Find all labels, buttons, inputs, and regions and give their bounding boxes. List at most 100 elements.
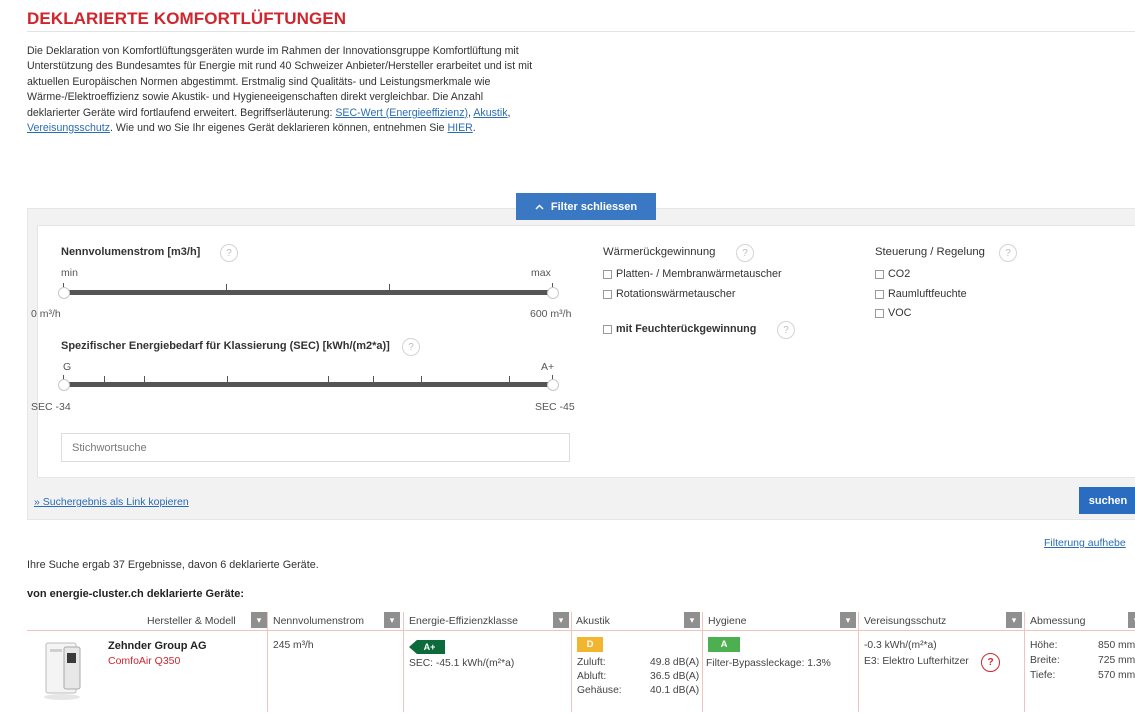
sort-dropdown-icon[interactable]: ▾: [251, 612, 267, 628]
checkbox-label: mit Feuchterückgewinnung: [616, 323, 757, 335]
heat-recovery-option-plate[interactable]: Platten- / Membranwärmetauscher: [603, 268, 782, 280]
column-header-dimensions[interactable]: Abmessung: [1030, 610, 1085, 631]
page-title: DEKLARIERTE KOMFORTLÜFTUNGEN: [27, 9, 347, 28]
checkbox-label: Raumluftfeuchte: [888, 288, 967, 300]
help-icon[interactable]: ?: [777, 321, 795, 339]
sec-max-handle[interactable]: [547, 379, 559, 391]
volume-max-handle[interactable]: [547, 287, 559, 299]
vereisungsschutz-link[interactable]: Vereisungsschutz: [27, 122, 110, 134]
column-header-acoustics[interactable]: Akustik: [576, 610, 610, 631]
sort-dropdown-icon[interactable]: ▾: [1128, 612, 1135, 628]
help-icon[interactable]: ?: [402, 338, 420, 356]
volume-max-caption: max: [531, 267, 551, 279]
column-label: Energie-Effizienzklasse: [409, 614, 518, 627]
dimension-value: 850 mm: [1098, 640, 1135, 651]
help-icon[interactable]: ?: [999, 244, 1017, 262]
checkbox[interactable]: [603, 289, 612, 299]
column-header-volume[interactable]: Nennvolumenstrom: [273, 610, 364, 631]
column-header-manufacturer[interactable]: Hersteller & Modell: [147, 610, 236, 631]
column-header-hygiene[interactable]: Hygiene: [708, 610, 747, 631]
checkbox[interactable]: [875, 289, 884, 299]
hygiene-class-badge: A: [708, 637, 740, 652]
filter-toggle-button[interactable]: Filter schliessen: [516, 193, 656, 220]
hygiene-text: Filter-Bypassleckage: 1.3%: [706, 658, 831, 669]
column-label: Akustik: [576, 614, 610, 627]
sec-tick: [509, 376, 510, 383]
akustik-link[interactable]: Akustik: [473, 107, 507, 119]
copy-result-link[interactable]: » Suchergebnis als Link kopieren: [34, 496, 189, 508]
sec-value: SEC: -45.1 kWh/(m²*a): [409, 658, 515, 669]
volume-max-value: 600 m³/h: [530, 308, 572, 320]
checkbox[interactable]: [875, 308, 884, 318]
dimension-label: Breite:: [1030, 655, 1060, 666]
hier-link[interactable]: HIER: [447, 122, 472, 134]
sort-dropdown-icon[interactable]: ▾: [1006, 612, 1022, 628]
control-option-voc[interactable]: VOC: [875, 307, 911, 319]
reset-filter-link[interactable]: Filterung aufhebe: [1044, 537, 1126, 549]
frost-protection-text: E3: Elektro Lufterhitzer: [864, 656, 969, 667]
volume-min-value: 0 m³/h: [31, 308, 61, 320]
sec-max-value: SEC -45: [535, 401, 575, 413]
control-label: Steuerung / Regelung: [875, 246, 985, 258]
filter-toggle-label: Filter schliessen: [550, 200, 638, 213]
help-icon[interactable]: ?: [220, 244, 238, 262]
sec-tick: [421, 376, 422, 383]
intro-text: Die Deklaration von Komfortlüftungsgerät…: [27, 44, 537, 136]
control-option-humidity[interactable]: Raumluftfeuchte: [875, 288, 967, 300]
frost-protection-value: -0.3 kWh/(m²*a): [864, 640, 937, 651]
dimension-value: 725 mm: [1098, 655, 1135, 666]
sort-dropdown-icon[interactable]: ▾: [384, 612, 400, 628]
checkbox[interactable]: [603, 269, 612, 279]
title-divider: [27, 31, 1135, 32]
acoustic-value: 36.5 dB(A): [650, 671, 700, 682]
sec-min-value: SEC -34: [31, 401, 71, 413]
acoustic-label: Abluft:: [577, 671, 607, 682]
help-icon[interactable]: ?: [736, 244, 754, 262]
checkbox[interactable]: [875, 269, 884, 279]
volume-filter-label: Nennvolumenstrom [m3/h]: [61, 246, 201, 258]
intro-body-end: . Wie und wo Sie Ihr eigenes Gerät dekla…: [110, 122, 448, 135]
dimension-label: Höhe:: [1030, 640, 1058, 651]
column-label: Hersteller & Modell: [147, 614, 236, 627]
declared-devices-title: von energie-cluster.ch deklarierte Gerät…: [27, 588, 245, 600]
checkbox-label: Platten- / Membranwärmetauscher: [616, 268, 782, 280]
search-button[interactable]: suchen: [1079, 487, 1135, 514]
sec-tick: [144, 376, 145, 383]
column-label: Abmessung: [1030, 614, 1086, 627]
dimension-label: Tiefe:: [1030, 670, 1056, 681]
checkbox-label: CO2: [888, 268, 911, 280]
dimension-value: 570 mm: [1098, 670, 1135, 681]
result-summary: Ihre Suche ergab 37 Ergebnisse, davon 6 …: [27, 559, 319, 571]
sec-right-caption: A+: [541, 361, 555, 373]
help-icon[interactable]: ?: [981, 653, 1000, 672]
column-header-frost-protection[interactable]: Vereisungsschutz: [864, 610, 946, 631]
product-model[interactable]: ComfoAir Q350: [108, 655, 180, 667]
sort-dropdown-icon[interactable]: ▾: [684, 612, 700, 628]
acoustic-label: Zuluft:: [577, 657, 606, 668]
sec-link[interactable]: SEC-Wert (Energieeffizienz): [335, 107, 468, 119]
heat-recovery-option-rotation[interactable]: Rotationswärmetauscher: [603, 288, 735, 300]
sec-slider-track[interactable]: [64, 382, 553, 387]
volume-min-handle[interactable]: [58, 287, 70, 299]
sec-tick: [373, 376, 374, 383]
chevron-up-icon: [535, 204, 544, 209]
column-label: Nennvolumenstrom: [273, 614, 365, 627]
moisture-recovery-option[interactable]: mit Feuchterückgewinnung: [603, 323, 756, 335]
sec-min-handle[interactable]: [58, 379, 70, 391]
sort-dropdown-icon[interactable]: ▾: [840, 612, 856, 628]
product-image[interactable]: [40, 641, 88, 703]
intro-separator: ,: [507, 106, 511, 119]
control-option-co2[interactable]: CO2: [875, 268, 910, 280]
intro-period: .: [472, 122, 476, 135]
acoustic-class-badge: D: [577, 637, 603, 652]
product-brand[interactable]: Zehnder Group AG: [108, 640, 207, 652]
volume-tick: [389, 284, 390, 291]
column-header-energy-class[interactable]: Energie-Effizienzklasse: [409, 610, 518, 631]
heat-recovery-label: Wärmerückgewinnung: [603, 246, 716, 258]
checkbox[interactable]: [603, 324, 612, 334]
keyword-search-input[interactable]: Stichwortsuche: [61, 433, 570, 462]
checkbox-label: Rotationswärmetauscher: [616, 288, 736, 300]
sort-dropdown-icon[interactable]: ▾: [553, 612, 569, 628]
checkbox-label: VOC: [888, 307, 912, 319]
volume-slider-track[interactable]: [64, 290, 553, 295]
